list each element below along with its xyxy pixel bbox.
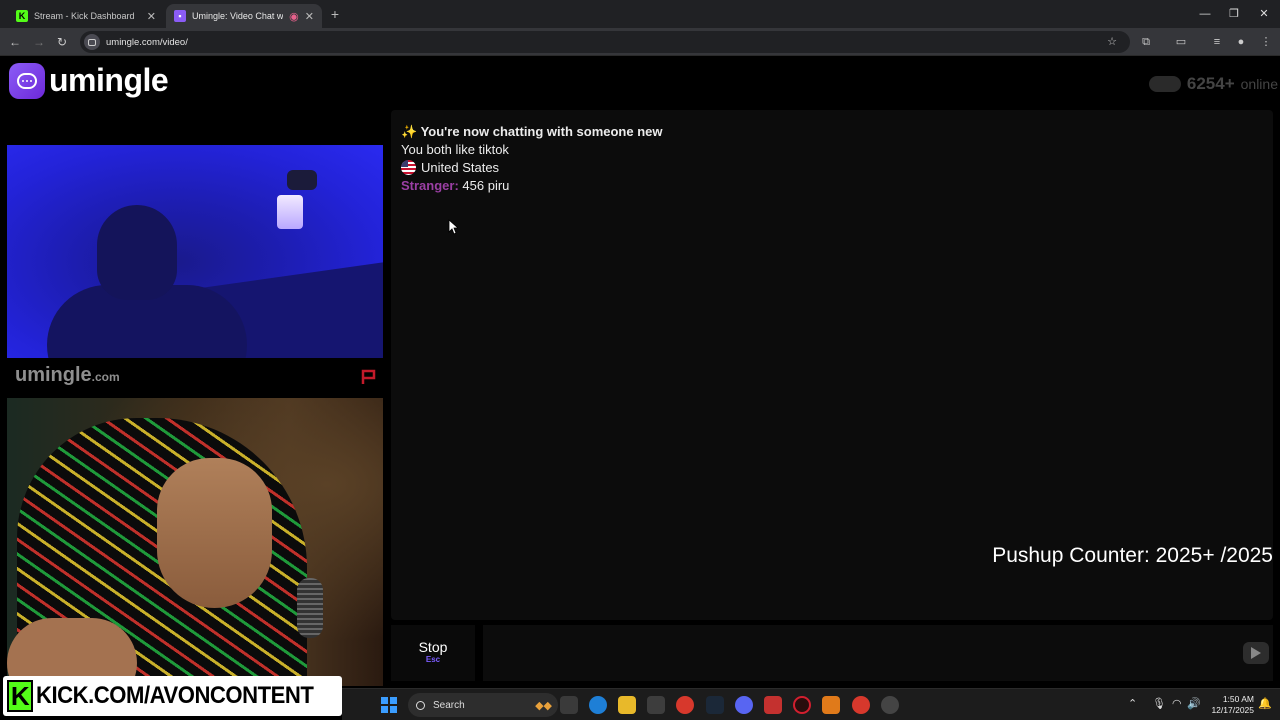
chat-message: Stranger: 456 piru	[401, 178, 509, 193]
url-text[interactable]: umingle.com/video/	[106, 37, 188, 48]
steam-icon[interactable]	[706, 696, 724, 714]
tab-title: Stream - Kick Dashboard	[34, 11, 135, 21]
stranger-country: United States	[401, 160, 499, 175]
send-button[interactable]	[1243, 642, 1269, 664]
search-highlight-icon: ◆◆	[535, 699, 552, 712]
discord-icon[interactable]	[735, 696, 753, 714]
fl-studio-icon[interactable]	[822, 696, 840, 714]
back-button[interactable]: ←	[6, 33, 24, 51]
clock-time: 1:50 AM	[1222, 694, 1254, 704]
stranger-label: Stranger:	[401, 178, 459, 193]
mouse-cursor-icon	[448, 219, 458, 235]
kick-icon: K	[16, 10, 28, 22]
chat-intro-text: You're now chatting with someone new	[420, 124, 663, 139]
us-flag-icon	[401, 160, 416, 175]
file-explorer-icon[interactable]	[618, 696, 636, 714]
send-icon	[1251, 647, 1261, 659]
new-tab-button[interactable]: +	[326, 6, 344, 22]
mic-icon[interactable]: 🎙	[1152, 697, 1166, 710]
tab-kick-dashboard[interactable]: K Stream - Kick Dashboard ✕	[8, 4, 164, 28]
umingle-icon: ▪	[174, 10, 186, 22]
windows-start-icon[interactable]	[381, 697, 397, 713]
site-logo[interactable]: umingle	[49, 62, 169, 99]
self-video	[7, 398, 383, 686]
restore-button[interactable]: ❐	[1225, 6, 1243, 22]
taskbar-search[interactable]: Search ◆◆	[408, 693, 558, 717]
online-label: online	[1240, 76, 1278, 92]
recording-icon: ◉	[289, 10, 299, 23]
tray-chevron-icon[interactable]: ⌃	[1128, 697, 1137, 710]
site-info-icon[interactable]	[84, 34, 100, 50]
windows-taskbar: Search ◆◆ ⌃ 🎙 ◠ 🔊 1:50 AM 12/17/2025 🔔	[342, 688, 1280, 720]
chrome-icon[interactable]	[676, 696, 694, 714]
sparkles-icon: ✨	[401, 124, 418, 139]
tab-title: Umingle: Video Chat with S	[192, 11, 284, 21]
volume-icon[interactable]: 🔊	[1187, 697, 1201, 710]
menu-icon[interactable]: ⋮	[1257, 33, 1275, 51]
forward-button[interactable]: →	[30, 33, 48, 51]
taskbar-search-label: Search	[433, 699, 465, 711]
stop-button[interactable]: Stop Esc	[391, 625, 475, 681]
watermark-tld: .com	[91, 370, 120, 384]
report-flag-icon[interactable]	[360, 368, 378, 386]
reload-button[interactable]: ↻	[53, 33, 71, 51]
browser-tab-bar: K Stream - Kick Dashboard ✕ ▪ Umingle: V…	[0, 0, 1280, 28]
stop-shortcut: Esc	[425, 655, 441, 664]
theme-toggle[interactable]	[1148, 76, 1181, 92]
minimize-button[interactable]: —	[1196, 6, 1214, 22]
kick-url-overlay: K KICK.COM/AVONCONTENT	[3, 676, 342, 716]
tab-umingle[interactable]: ▪ Umingle: Video Chat with S ◉ ✕	[166, 4, 322, 28]
notification-bell-icon[interactable]: 🔔	[1258, 697, 1272, 710]
clock-date: 12/17/2025	[1211, 705, 1254, 715]
message-text: 456 piru	[462, 178, 510, 193]
browser-toolbar: ← → ↻ umingle.com/video/ ☆ ⧉ ▭ ≡ ● ⋮	[0, 28, 1280, 56]
close-icon[interactable]: ✕	[147, 10, 156, 23]
recorder-icon[interactable]	[764, 696, 782, 714]
kick-url-text: KICK.COM/AVONCONTENT	[36, 682, 314, 709]
search-icon	[416, 700, 425, 710]
close-icon[interactable]: ✕	[305, 10, 314, 23]
opera-icon[interactable]	[793, 696, 811, 714]
kick-logo-icon: K	[7, 680, 34, 712]
chrome-active-icon[interactable]	[852, 696, 870, 714]
stop-label: Stop	[418, 639, 448, 655]
pushup-counter-overlay: Pushup Counter: 2025+ /2025	[992, 544, 1273, 567]
online-count: 6254+	[1186, 74, 1235, 93]
umingle-logo-icon[interactable]	[9, 63, 45, 99]
address-bar[interactable]: umingle.com/video/	[80, 31, 1130, 53]
cast-icon[interactable]: ▭	[1172, 33, 1190, 51]
chat-intro: ✨ You're now chatting with someone new	[401, 124, 663, 140]
extensions-icon[interactable]: ⧉	[1137, 33, 1155, 51]
page-content: umingle 6254+ online umingle.com ✨ You'r…	[0, 56, 1280, 686]
media-icon[interactable]: ≡	[1208, 33, 1226, 51]
store-icon[interactable]	[647, 696, 665, 714]
umingle-watermark: umingle.com	[15, 364, 120, 387]
country-name: United States	[421, 160, 500, 175]
close-window-button[interactable]: ✕	[1255, 6, 1273, 22]
task-view-icon[interactable]	[560, 696, 578, 714]
chat-log: ✨ You're now chatting with someone new Y…	[391, 110, 1273, 620]
message-input[interactable]	[483, 625, 1273, 681]
system-clock[interactable]: 1:50 AM 12/17/2025	[1204, 694, 1254, 716]
common-interest: You both like tiktok	[401, 142, 509, 157]
watermark-main: umingle	[15, 364, 92, 386]
wifi-icon[interactable]: ◠	[1172, 697, 1182, 710]
profile-avatar[interactable]: ●	[1232, 33, 1250, 51]
bookmark-star-icon[interactable]: ☆	[1103, 33, 1121, 51]
settings-icon[interactable]	[881, 696, 899, 714]
stranger-video	[7, 145, 383, 358]
edge-icon[interactable]	[589, 696, 607, 714]
online-indicator: 6254+ online	[1148, 74, 1278, 94]
